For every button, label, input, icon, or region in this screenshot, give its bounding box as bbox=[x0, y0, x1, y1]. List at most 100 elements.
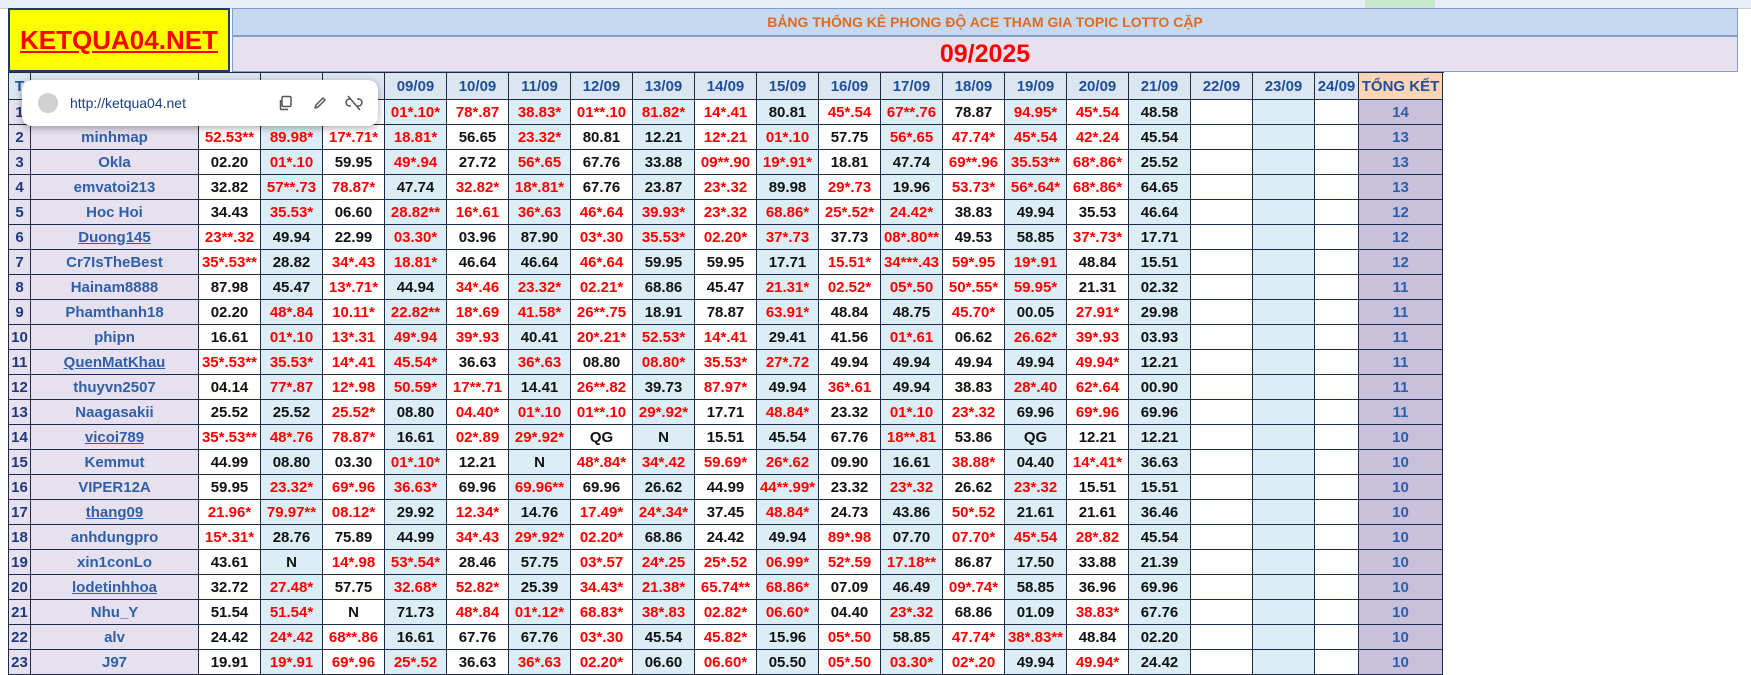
result-cell: 45.54 bbox=[1128, 524, 1191, 550]
result-cell: 12.21 bbox=[446, 449, 509, 475]
result-cell: 14*.41 bbox=[694, 324, 757, 350]
total-gap-cell bbox=[1314, 474, 1359, 500]
total-gap-cell bbox=[1314, 549, 1359, 575]
result-cell: 49.53 bbox=[942, 224, 1005, 250]
empty-cell bbox=[1190, 224, 1253, 250]
result-cell: 15.51 bbox=[694, 424, 757, 450]
total-score: 10 bbox=[1358, 624, 1443, 650]
result-cell: 48.84 bbox=[818, 299, 881, 325]
result-cell: 35*.53** bbox=[198, 249, 261, 275]
result-cell: 01*.10* bbox=[384, 449, 447, 475]
result-cell: 52*.59 bbox=[818, 549, 881, 575]
table-row: 21 Nhu_Y 51.54 51.54* N 71.73 48*.84 01*.12* 68.… bbox=[8, 599, 1443, 625]
player-name[interactable]: minhmap bbox=[30, 124, 199, 150]
total-gap-cell bbox=[1314, 349, 1359, 375]
player-name[interactable]: alv bbox=[30, 624, 199, 650]
result-cell: 28*.40 bbox=[1004, 374, 1067, 400]
row-number: 9 bbox=[8, 299, 31, 325]
player-name[interactable]: Nhu_Y bbox=[30, 599, 199, 625]
result-cell: 24.42 bbox=[198, 624, 261, 650]
result-cell: 34*.42 bbox=[632, 449, 695, 475]
result-cell: 56.65 bbox=[446, 124, 509, 150]
result-cell: 32.82 bbox=[198, 174, 261, 200]
total-gap-cell bbox=[1314, 199, 1359, 225]
player-name[interactable]: J97 bbox=[30, 649, 199, 675]
total-score: 12 bbox=[1358, 249, 1443, 275]
total-score: 10 bbox=[1358, 549, 1443, 575]
total-score: 10 bbox=[1358, 649, 1443, 675]
total-gap-cell bbox=[1314, 449, 1359, 475]
player-name[interactable]: Okla bbox=[30, 149, 199, 175]
result-cell: 08*.80** bbox=[880, 224, 943, 250]
table-row: 18 anhdungpro 15*.31* 28.76 75.89 44.99 34*.43… bbox=[8, 524, 1443, 550]
player-name[interactable]: thang09 bbox=[30, 499, 199, 525]
empty-cell bbox=[1252, 424, 1315, 450]
result-cell: 24.42 bbox=[1128, 649, 1191, 675]
result-cell: 18.81* bbox=[384, 124, 447, 150]
result-cell: 25.39 bbox=[508, 574, 571, 600]
empty-cell bbox=[1252, 649, 1315, 675]
site-logo-text[interactable]: KETQUA04.NET bbox=[20, 25, 218, 56]
site-logo[interactable]: KETQUA04.NET bbox=[8, 8, 230, 72]
result-cell: 06.60 bbox=[322, 199, 385, 225]
result-cell: 59*.95 bbox=[942, 249, 1005, 275]
result-cell: 23.32* bbox=[260, 474, 323, 500]
unlink-icon[interactable] bbox=[344, 93, 364, 113]
player-name[interactable]: Kemmut bbox=[30, 449, 199, 475]
table-row: 23 J97 19.91 19*.91 69*.96 25*.52 36.63 36*.63 0… bbox=[8, 649, 1443, 675]
total-gap-cell bbox=[1314, 499, 1359, 525]
result-cell: 36.63 bbox=[446, 649, 509, 675]
result-cell: 67**.76 bbox=[880, 99, 943, 125]
player-name[interactable]: Hainam8888 bbox=[30, 274, 199, 300]
player-name[interactable]: Phamthanh18 bbox=[30, 299, 199, 325]
result-cell: 01*.10 bbox=[880, 399, 943, 425]
result-cell: 23*.32 bbox=[880, 599, 943, 625]
row-number: 22 bbox=[8, 624, 31, 650]
result-cell: 25.52* bbox=[322, 399, 385, 425]
empty-cell bbox=[1252, 549, 1315, 575]
table-row: 17 thang09 21.96* 79.97** 08.12* 29.92 12.34* 1… bbox=[8, 499, 1443, 525]
result-cell: 68.86 bbox=[632, 274, 695, 300]
result-cell: 52.82* bbox=[446, 574, 509, 600]
result-cell: 21.31 bbox=[1066, 274, 1129, 300]
player-name[interactable]: thuyvn2507 bbox=[30, 374, 199, 400]
empty-cell bbox=[1190, 374, 1253, 400]
empty-cell bbox=[1252, 399, 1315, 425]
result-cell: 50*.55* bbox=[942, 274, 1005, 300]
player-name[interactable]: QuenMatKhau bbox=[30, 349, 199, 375]
result-cell: 09*.74* bbox=[942, 574, 1005, 600]
player-name[interactable]: emvatoi213 bbox=[30, 174, 199, 200]
player-name[interactable]: Duong145 bbox=[30, 224, 199, 250]
player-name[interactable]: anhdungpro bbox=[30, 524, 199, 550]
player-name[interactable]: VIPER12A bbox=[30, 474, 199, 500]
empty-cell bbox=[1252, 349, 1315, 375]
edit-icon[interactable] bbox=[310, 93, 330, 113]
total-score: 11 bbox=[1358, 349, 1443, 375]
player-name[interactable]: vicoi789 bbox=[30, 424, 199, 450]
total-score: 11 bbox=[1358, 399, 1443, 425]
result-cell: 36.46 bbox=[1128, 499, 1191, 525]
popup-url[interactable]: http://ketqua04.net bbox=[70, 95, 276, 111]
result-cell: 38.83* bbox=[508, 99, 571, 125]
result-cell: 38*.83 bbox=[632, 599, 695, 625]
result-cell: 36.63 bbox=[446, 349, 509, 375]
result-cell: 34***.43 bbox=[880, 249, 943, 275]
result-cell: 22.82** bbox=[384, 299, 447, 325]
copy-icon[interactable] bbox=[276, 93, 296, 113]
row-number: 17 bbox=[8, 499, 31, 525]
player-name[interactable]: Naagasakii bbox=[30, 399, 199, 425]
player-name[interactable]: xin1conLo bbox=[30, 549, 199, 575]
result-cell: 29.98 bbox=[1128, 299, 1191, 325]
player-name[interactable]: Hoc Hoi bbox=[30, 199, 199, 225]
result-cell: 01*.10 bbox=[260, 149, 323, 175]
header-date: 24/09 bbox=[1314, 72, 1359, 100]
player-name[interactable]: Cr7IsTheBest bbox=[30, 249, 199, 275]
result-cell: 21.61 bbox=[1004, 499, 1067, 525]
player-name[interactable]: phipn bbox=[30, 324, 199, 350]
result-cell: 26**.82 bbox=[570, 374, 633, 400]
result-cell: 02.20 bbox=[198, 149, 261, 175]
result-cell: 24*.34* bbox=[632, 499, 695, 525]
empty-cell bbox=[1252, 124, 1315, 150]
row-number: 13 bbox=[8, 399, 31, 425]
player-name[interactable]: lodetinhhoa bbox=[30, 574, 199, 600]
